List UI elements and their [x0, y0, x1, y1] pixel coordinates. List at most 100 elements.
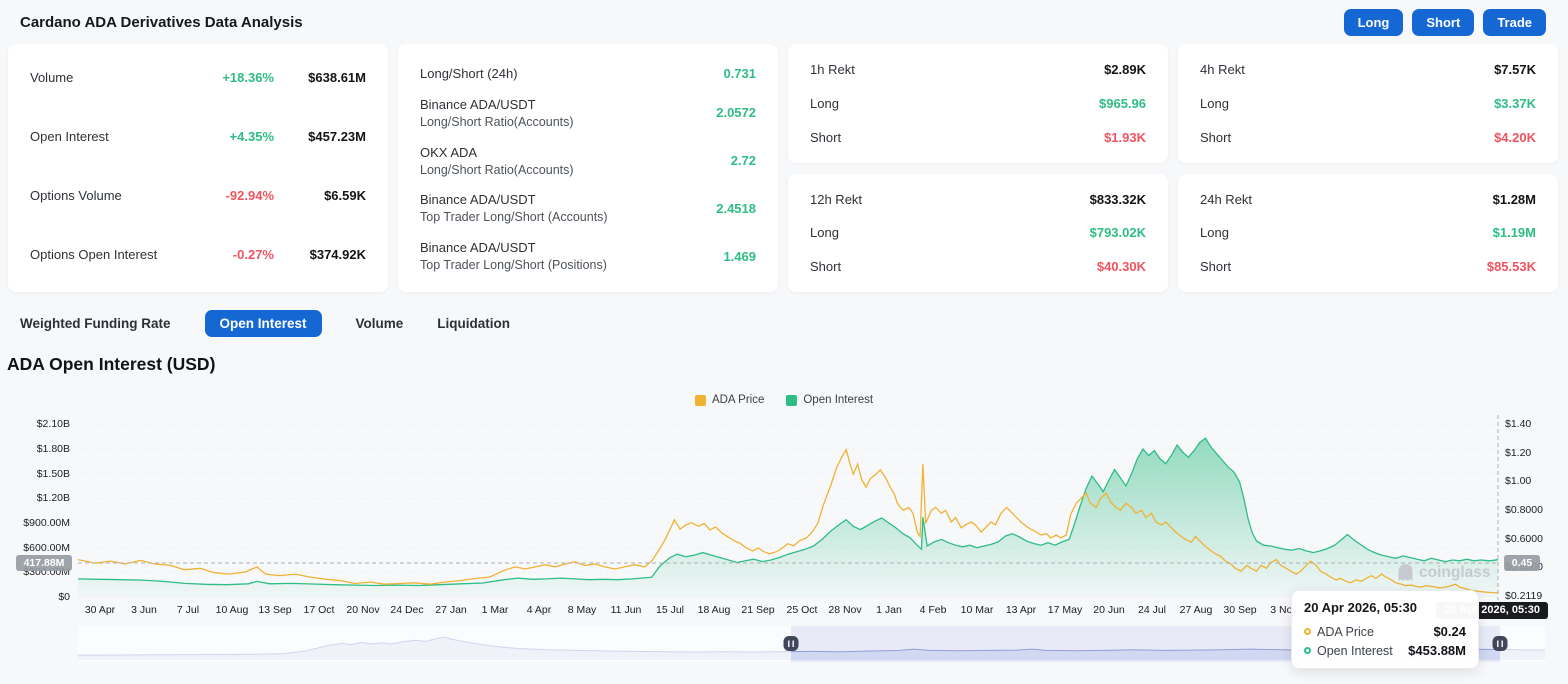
legend-item-ada-price[interactable]: ADA Price — [695, 394, 764, 406]
x-axis-tick: 10 Mar — [961, 604, 994, 616]
ratio-subtitle: Long/Short Ratio(Accounts) — [420, 163, 731, 177]
tooltip-row-ada-price: ADA Price $0.24 — [1304, 624, 1466, 639]
ada-price-swatch-icon — [695, 395, 706, 406]
open-interest-dot-icon — [1304, 647, 1311, 654]
x-axis-tick: 17 Oct — [304, 604, 335, 616]
rekt-title: 1h Rekt — [810, 62, 855, 77]
rekt-long-label: Long — [810, 96, 839, 111]
x-axis-tick: 30 Apr — [85, 604, 115, 616]
tooltip-series-value: $453.88M — [1408, 643, 1466, 658]
ratio-row: Binance ADA/USDT Long/Short Ratio(Accoun… — [420, 97, 756, 129]
crosshair-right-badge: 0.45 — [1504, 555, 1540, 571]
ratio-row: Binance ADA/USDT Top Trader Long/Short (… — [420, 240, 756, 272]
stat-row-options-open-interest: Options Open Interest -0.27% $374.92K — [30, 247, 366, 262]
x-axis-tick: 24 Jul — [1138, 604, 1166, 616]
chart-tooltip: 20 Apr 2026, 05:30 ADA Price $0.24 Open … — [1291, 590, 1479, 669]
x-axis-tick: 1 Mar — [482, 604, 509, 616]
ratio-value: 2.0572 — [716, 105, 756, 120]
ratio-title: Binance ADA/USDT — [420, 240, 723, 255]
x-axis-tick: 4 Apr — [527, 604, 552, 616]
page-title: Cardano ADA Derivatives Data Analysis — [20, 14, 303, 31]
y-left-tick: $1.80B — [0, 443, 70, 455]
long-button[interactable]: Long — [1344, 9, 1404, 36]
rekt-short-label: Short — [810, 130, 841, 145]
chart-tabs: Weighted Funding Rate Open Interest Volu… — [20, 309, 1568, 337]
tab-open-interest[interactable]: Open Interest — [205, 310, 322, 337]
crosshair-left-badge: 417.88M — [16, 555, 72, 571]
ratio-subtitle: Top Trader Long/Short (Accounts) — [420, 210, 716, 224]
x-axis-tick: 18 Aug — [698, 604, 731, 616]
ratio-value: 0.731 — [723, 66, 756, 81]
tab-weighted-funding-rate[interactable]: Weighted Funding Rate — [20, 316, 171, 331]
stat-label: Open Interest — [30, 129, 196, 144]
stat-row-volume: Volume +18.36% $638.61M — [30, 70, 366, 85]
chart-legend: ADA Price Open Interest — [695, 394, 873, 406]
chart-title: ADA Open Interest (USD) — [7, 354, 1568, 375]
rekt-long-value: $793.02K — [1090, 225, 1146, 240]
rekt-long-label: Long — [1200, 96, 1229, 111]
stat-value: $638.61M — [274, 70, 366, 85]
rekt-total: $2.89K — [1104, 62, 1146, 77]
y-right-tick: $1.00 — [1505, 475, 1531, 487]
tooltip-series-label: ADA Price — [1317, 625, 1433, 639]
stat-value: $457.23M — [274, 129, 366, 144]
x-axis-tick: 4 Feb — [920, 604, 947, 616]
rekt-total: $7.57K — [1494, 62, 1536, 77]
stat-label: Options Volume — [30, 188, 196, 203]
x-axis-tick: 28 Nov — [828, 604, 861, 616]
ratio-value: 2.72 — [731, 153, 756, 168]
y-right-tick: $0.8000 — [1505, 504, 1543, 516]
x-axis-tick: 27 Aug — [1180, 604, 1213, 616]
x-axis-tick: 27 Jan — [435, 604, 467, 616]
y-left-tick: $1.50B — [0, 468, 70, 480]
rekt-total: $1.28M — [1493, 192, 1536, 207]
rekt-card-1h: 1h Rekt$2.89K Long$965.96 Short$1.93K — [788, 44, 1168, 163]
ratio-title: Binance ADA/USDT — [420, 192, 716, 207]
x-axis-tick: 25 Oct — [787, 604, 818, 616]
page: Cardano ADA Derivatives Data Analysis Lo… — [0, 0, 1568, 684]
rekt-column-2: 4h Rekt$7.57K Long$3.37K Short$4.20K 24h… — [1178, 44, 1558, 292]
stat-change: +18.36% — [196, 70, 274, 85]
navigator-handle — [784, 636, 799, 651]
x-axis-tick: 8 May — [568, 604, 597, 616]
x-axis-tick: 15 Jul — [656, 604, 684, 616]
stat-value: $6.59K — [274, 188, 366, 203]
rekt-title: 24h Rekt — [1200, 192, 1252, 207]
short-button[interactable]: Short — [1412, 9, 1474, 36]
x-axis-tick: 24 Dec — [390, 604, 423, 616]
x-axis-tick: 7 Jul — [177, 604, 199, 616]
rekt-long-label: Long — [1200, 225, 1229, 240]
tooltip-row-open-interest: Open Interest $453.88M — [1304, 643, 1466, 658]
y-right-tick: $1.20 — [1505, 447, 1531, 459]
rekt-long-value: $1.19M — [1493, 225, 1536, 240]
stat-value: $374.92K — [274, 247, 366, 262]
rekt-total: $833.32K — [1090, 192, 1146, 207]
trade-button[interactable]: Trade — [1483, 9, 1546, 36]
stat-label: Options Open Interest — [30, 247, 196, 262]
ratio-value: 2.4518 — [716, 201, 756, 216]
rekt-title: 4h Rekt — [1200, 62, 1245, 77]
tab-volume[interactable]: Volume — [356, 316, 404, 331]
tooltip-timestamp: 20 Apr 2026, 05:30 — [1304, 600, 1466, 615]
header-buttons: Long Short Trade — [1344, 9, 1546, 36]
tooltip-series-label: Open Interest — [1317, 644, 1408, 658]
watermark-text: coinglass — [1419, 564, 1491, 582]
ratio-row: Long/Short (24h) 0.731 — [420, 66, 756, 81]
rekt-short-label: Short — [1200, 259, 1231, 274]
coinglass-watermark: coinglass — [1397, 563, 1491, 582]
rekt-title: 12h Rekt — [810, 192, 862, 207]
stat-label: Volume — [30, 70, 196, 85]
y-right-tick: $0.2119 — [1505, 590, 1542, 602]
navigator-handle — [1493, 636, 1508, 651]
legend-label: Open Interest — [803, 394, 873, 406]
x-axis-tick: 21 Sep — [741, 604, 774, 616]
stat-change: -0.27% — [196, 247, 274, 262]
y-left-tick: $1.20B — [0, 492, 70, 504]
legend-item-open-interest[interactable]: Open Interest — [786, 394, 873, 406]
x-axis-tick: 11 Jun — [611, 604, 642, 616]
x-axis-tick: 20 Jun — [1093, 604, 1125, 616]
stat-change: +4.35% — [196, 129, 274, 144]
y-left-tick: $2.10B — [0, 418, 70, 430]
ratio-row: OKX ADA Long/Short Ratio(Accounts) 2.72 — [420, 145, 756, 177]
tab-liquidation[interactable]: Liquidation — [437, 316, 510, 331]
